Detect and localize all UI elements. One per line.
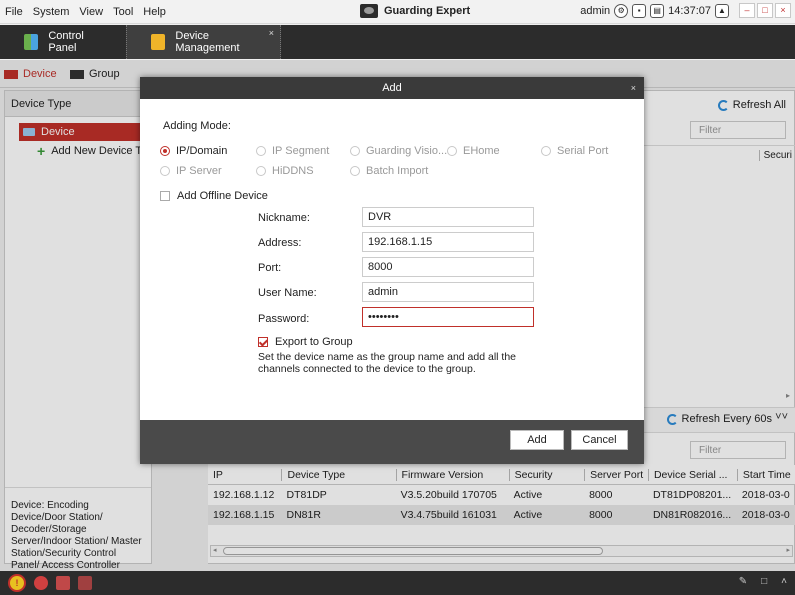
menu-help[interactable]: Help: [138, 6, 171, 18]
address-field[interactable]: [362, 232, 534, 252]
port-label: Port:: [258, 262, 282, 274]
expand-up-icon[interactable]: ˄: [781, 576, 787, 587]
mode-batch-import-radio[interactable]: Batch Import: [350, 165, 428, 177]
checkbox-icon: [160, 191, 170, 201]
radio-icon: [350, 146, 360, 156]
add-device-dialog: Add × Adding Mode: IP/Domain IP Segment …: [140, 77, 644, 464]
dialog-footer: Add Cancel: [140, 420, 644, 464]
dialog-title: Add: [382, 82, 402, 94]
tab-control-panel[interactable]: Control Panel: [0, 25, 122, 59]
warning-icon[interactable]: !: [8, 574, 26, 592]
tab-device-management[interactable]: Device Management ×: [126, 25, 281, 59]
radio-icon: [350, 166, 360, 176]
username-field[interactable]: [362, 282, 534, 302]
pin-icon[interactable]: ✎: [739, 576, 747, 587]
mode-ip-server-label: IP Server: [176, 165, 222, 177]
tab-control-panel-label: Control Panel: [48, 30, 84, 54]
mode-ip-segment-label: IP Segment: [272, 145, 330, 157]
app-title: Guarding Expert: [384, 5, 471, 17]
tab-close-icon[interactable]: ×: [269, 28, 274, 38]
menu-file[interactable]: File: [0, 6, 28, 18]
clock-time: 14:37:07: [668, 4, 711, 17]
tab-device-management-label: Device Management: [175, 30, 240, 54]
mode-ip-segment-radio[interactable]: IP Segment: [256, 145, 329, 157]
port-field[interactable]: [362, 257, 534, 277]
mode-guarding-vision-radio[interactable]: Guarding Visio...: [350, 145, 447, 157]
dialog-title-bar: Add ×: [140, 77, 644, 99]
user-name[interactable]: admin: [580, 5, 610, 17]
module-tab-bar: Control Panel Device Management ×: [0, 25, 795, 59]
mode-guarding-vision-label: Guarding Visio...: [366, 145, 448, 157]
export-to-group-checkbox[interactable]: Export to Group: [258, 336, 353, 348]
maximize-button[interactable]: □: [757, 3, 773, 18]
password-field[interactable]: [362, 307, 534, 327]
alarm-sound-icon[interactable]: [34, 576, 48, 590]
radio-icon: [541, 146, 551, 156]
radio-icon: [160, 146, 170, 156]
menu-tool[interactable]: Tool: [108, 6, 138, 18]
app-brand: Guarding Expert: [360, 4, 470, 18]
cancel-button[interactable]: Cancel: [571, 430, 628, 450]
settings-icon[interactable]: ⚙: [614, 3, 629, 18]
dialog-close-icon[interactable]: ×: [631, 77, 636, 99]
mute-icon[interactable]: [78, 576, 92, 590]
mode-batch-import-label: Batch Import: [366, 165, 429, 177]
mode-hiddns-label: HiDDNS: [272, 165, 314, 177]
radio-icon: [160, 166, 170, 176]
mode-ehome-radio[interactable]: EHome: [447, 145, 500, 157]
alarm-icon[interactable]: ▪: [632, 3, 647, 18]
restore-icon[interactable]: □: [761, 576, 767, 587]
mode-serial-port-radio[interactable]: Serial Port: [541, 145, 608, 157]
password-label: Password:: [258, 313, 310, 325]
radio-icon: [256, 146, 266, 156]
mode-ip-server-radio[interactable]: IP Server: [160, 165, 222, 177]
window-controls: – □ ×: [739, 3, 791, 18]
status-bar: ! ✎ □ ˄: [0, 571, 795, 595]
mode-ip-domain-radio[interactable]: IP/Domain: [160, 145, 227, 157]
add-offline-device-checkbox[interactable]: Add Offline Device: [160, 190, 268, 202]
system-tray: admin ⚙ ▪ ▤ 14:37:07 ▲ – □ ×: [580, 3, 791, 18]
nickname-label: Nickname:: [258, 212, 310, 224]
alarm-list-icon[interactable]: [56, 576, 70, 590]
menu-bar: File System View Tool Help Guarding Expe…: [0, 0, 795, 24]
export-group-hint: Set the device name as the group name an…: [258, 351, 517, 375]
minimize-button[interactable]: –: [739, 3, 755, 18]
status-bar-controls: ✎ □ ˄: [739, 576, 787, 587]
device-management-icon: [151, 34, 166, 50]
hdd-icon[interactable]: ▤: [650, 3, 665, 18]
nickname-field[interactable]: [362, 207, 534, 227]
adding-mode-label: Adding Mode:: [163, 120, 231, 132]
lock-icon[interactable]: ▲: [715, 3, 729, 18]
dialog-body: Adding Mode: IP/Domain IP Segment Guardi…: [140, 99, 644, 420]
add-offline-device-label: Add Offline Device: [177, 190, 268, 202]
radio-icon: [447, 146, 457, 156]
address-label: Address:: [258, 237, 302, 249]
menu-system[interactable]: System: [28, 6, 75, 18]
mode-hiddns-radio[interactable]: HiDDNS: [256, 165, 314, 177]
mode-serial-port-label: Serial Port: [557, 145, 609, 157]
close-window-button[interactable]: ×: [775, 3, 791, 18]
export-to-group-label: Export to Group: [275, 336, 353, 348]
control-panel-icon: [24, 34, 39, 50]
add-button[interactable]: Add: [510, 430, 564, 450]
radio-icon: [256, 166, 266, 176]
menu-view[interactable]: View: [74, 6, 108, 18]
app-logo-icon: [360, 4, 378, 18]
mode-ip-domain-label: IP/Domain: [176, 145, 228, 157]
checkbox-checked-icon: [258, 337, 268, 347]
username-label: User Name:: [258, 287, 317, 299]
mode-ehome-label: EHome: [463, 145, 500, 157]
